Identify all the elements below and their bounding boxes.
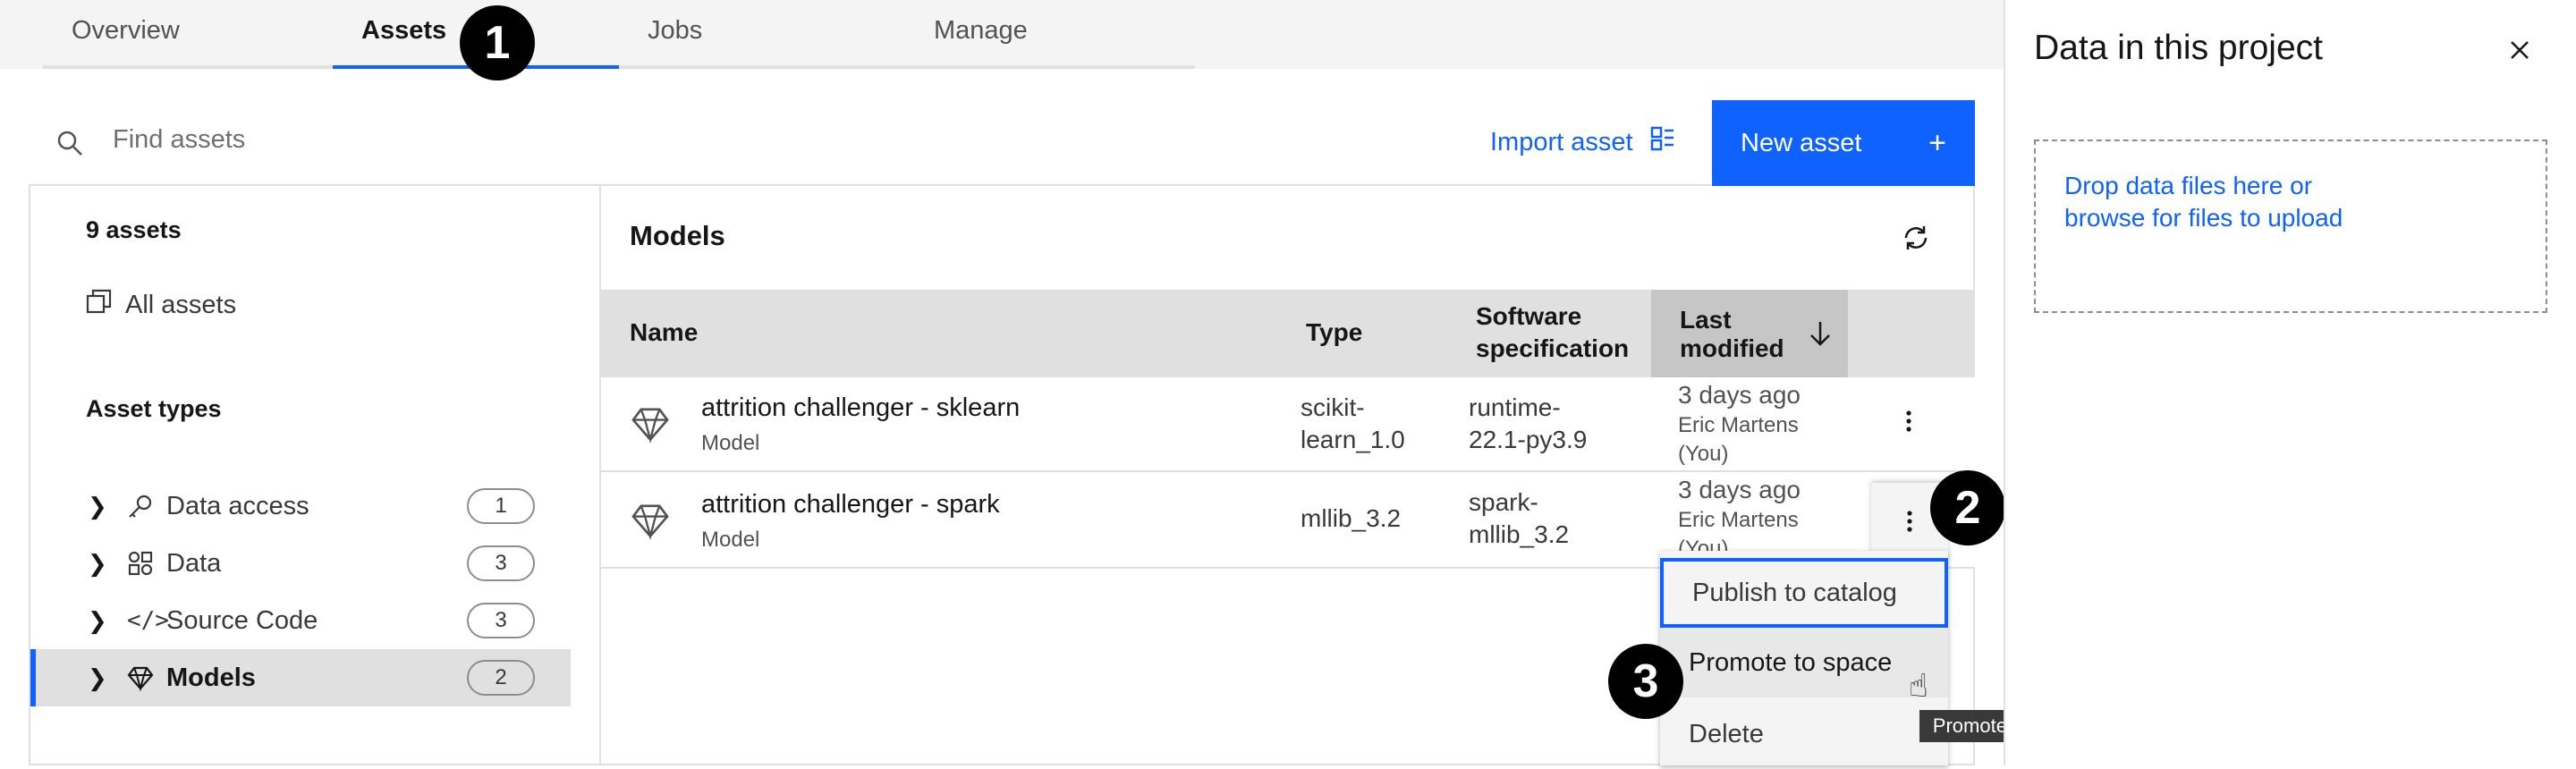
model-icon — [127, 664, 166, 691]
model-software-line1: runtime- — [1469, 393, 1561, 421]
model-software-line2: 22.1-py3.9 — [1469, 426, 1588, 453]
all-assets-link[interactable]: All assets — [86, 288, 236, 322]
column-header-software-line1: Software — [1476, 302, 1582, 330]
asset-types-heading: Asset types — [86, 395, 222, 422]
new-asset-label: New asset — [1741, 128, 1862, 157]
data-icon — [127, 550, 166, 577]
import-icon — [1649, 125, 1676, 159]
model-software-spec: spark- mllib_3.2 — [1469, 486, 1569, 551]
refresh-icon[interactable] — [1900, 222, 1932, 258]
tab-assets-label: Assets — [361, 16, 447, 45]
arrow-down-icon — [1809, 320, 1832, 351]
sidebar-item-label: Data access — [166, 491, 309, 520]
drop-zone-text: Drop data files here or — [2064, 172, 2313, 199]
code-icon: </> — [127, 607, 169, 634]
sidebar-item-label: Source Code — [166, 605, 318, 635]
callout-badge-2: 2 — [1930, 470, 2005, 545]
close-icon[interactable] — [2508, 32, 2531, 70]
count-tag: 3 — [467, 603, 535, 638]
column-header-type[interactable]: Type — [1306, 318, 1362, 347]
menu-item-delete[interactable]: Delete — [1660, 699, 1948, 769]
all-assets-label: All assets — [125, 290, 237, 319]
model-icon — [630, 501, 671, 545]
column-header-modified-line1: Last — [1680, 306, 1732, 334]
copy-icon — [86, 288, 113, 322]
model-software-line2: mllib_3.2 — [1469, 520, 1570, 548]
model-software-line1: spark- — [1469, 488, 1538, 516]
count-tag: 3 — [467, 545, 535, 581]
models-title: Models — [630, 220, 725, 251]
chevron-right-icon[interactable]: ❯ — [88, 550, 123, 578]
model-icon — [630, 404, 671, 448]
panel-title: Data in this project — [2034, 29, 2323, 67]
model-type-line1: mllib_3.2 — [1301, 504, 1402, 532]
model-type-line2: learn_1.0 — [1301, 426, 1405, 453]
count-tag: 2 — [467, 660, 535, 696]
modified-time: 3 days ago — [1678, 476, 1801, 503]
column-header-modified-line2: modified — [1680, 334, 1784, 362]
column-header-software[interactable]: Software specification — [1476, 302, 1629, 363]
chevron-right-icon[interactable]: ❯ — [88, 664, 123, 692]
model-software-spec: runtime- 22.1-py3.9 — [1469, 392, 1587, 456]
plus-icon: + — [1928, 125, 1946, 160]
browse-files-link[interactable]: browse for files to upload — [2064, 202, 2517, 234]
model-type: scikit- learn_1.0 — [1301, 392, 1405, 456]
model-name-link[interactable]: attrition challenger - spark — [701, 490, 1000, 520]
sidebar-item-data[interactable]: ❯ Data 3 — [30, 535, 571, 592]
menu-item-promote-to-space[interactable]: Promote to space — [1660, 628, 1948, 697]
import-asset-button[interactable]: Import asset — [1490, 125, 1676, 159]
callout-badge-1: 1 — [460, 5, 535, 80]
key-icon — [127, 493, 166, 520]
search-row — [29, 100, 1975, 186]
modified-user-you: (You) — [1678, 442, 1729, 466]
callout-badge-3: 3 — [1608, 644, 1683, 719]
import-asset-label: Import asset — [1490, 127, 1633, 156]
column-header-last-modified[interactable]: Last modified — [1680, 306, 1784, 363]
tab-jobs[interactable]: Jobs — [619, 0, 905, 69]
search-icon — [55, 129, 84, 162]
tab-overview[interactable]: Overview — [43, 0, 333, 69]
overflow-menu-icon — [1907, 511, 1912, 532]
menu-item-publish-to-catalog[interactable]: Publish to catalog — [1660, 558, 1948, 628]
tab-jobs-label: Jobs — [648, 16, 703, 45]
sidebar-item-data-access[interactable]: ❯ Data access 1 — [30, 477, 571, 535]
sidebar-item-label: Models — [166, 663, 256, 692]
chevron-right-icon[interactable]: ❯ — [88, 607, 123, 635]
last-modified-cell: 3 days ago Eric Martens (You) — [1678, 474, 1868, 563]
chevron-right-icon[interactable]: ❯ — [88, 493, 123, 520]
model-type-line1: scikit- — [1301, 393, 1365, 421]
model-type: mllib_3.2 — [1301, 503, 1401, 535]
hand-cursor-icon: ☝ — [1909, 667, 1928, 704]
assets-count: 9 assets — [86, 216, 182, 243]
sidebar-item-label: Data — [166, 548, 222, 578]
sidebar-item-models[interactable]: ❯ Models 2 — [30, 649, 571, 706]
column-header-software-line2: specification — [1476, 334, 1630, 362]
tab-overview-label: Overview — [72, 16, 180, 45]
tab-manage-label: Manage — [934, 16, 1028, 45]
last-modified-cell: 3 days ago Eric Martens (You) — [1678, 379, 1801, 469]
modified-time: 3 days ago — [1678, 381, 1801, 409]
sidebar-item-source-code[interactable]: ❯ </> Source Code 3 — [30, 592, 571, 649]
count-tag: 1 — [467, 488, 535, 524]
modified-user: Eric Martens — [1678, 413, 1799, 437]
model-kind: Model — [701, 528, 760, 552]
search-input[interactable]: Find assets — [113, 125, 245, 155]
file-drop-zone[interactable]: Drop data files here or browse for files… — [2034, 139, 2547, 313]
data-panel — [2004, 0, 2576, 765]
new-asset-button[interactable]: New asset + — [1712, 100, 1975, 186]
column-header-name[interactable]: Name — [630, 318, 698, 347]
model-kind: Model — [701, 431, 760, 455]
model-name-link[interactable]: attrition challenger - sklearn — [701, 393, 1020, 423]
modified-user: Eric Martens — [1678, 508, 1799, 532]
tab-manage[interactable]: Manage — [905, 0, 1195, 69]
overflow-menu-icon[interactable] — [1903, 408, 1914, 442]
